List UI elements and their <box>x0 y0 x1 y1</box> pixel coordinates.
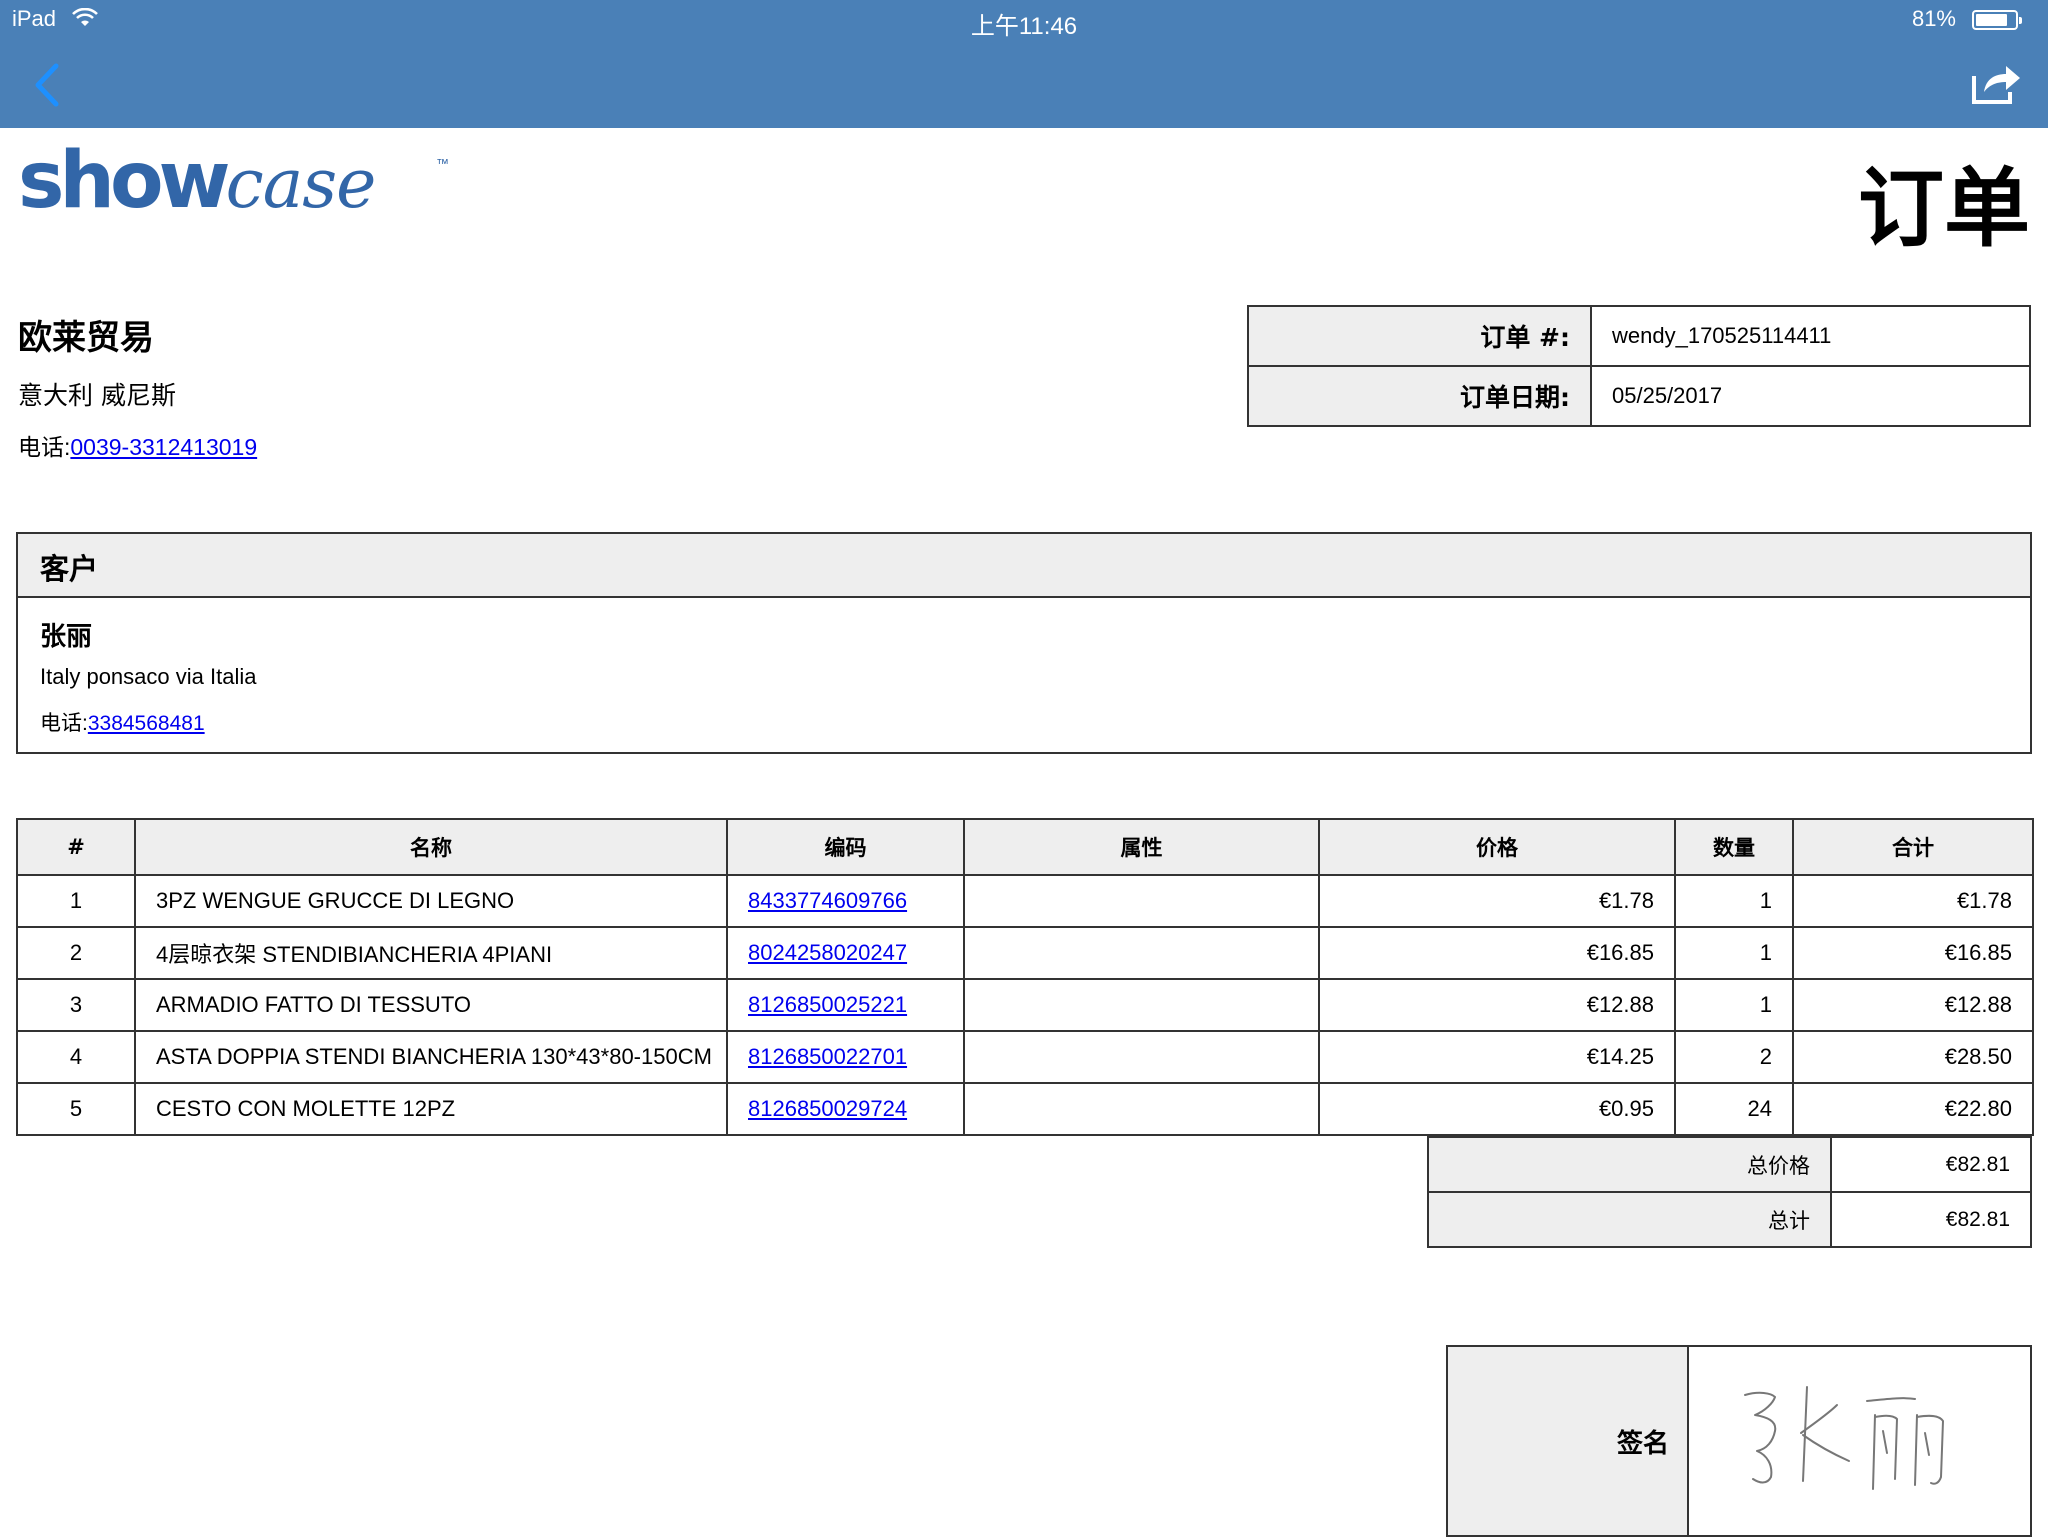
product-name: CESTO CON MOLETTE 12PZ <box>134 1082 728 1136</box>
column-header-number: # <box>16 818 136 876</box>
product-code-link[interactable]: 8433774609766 <box>748 888 907 913</box>
company-phone: 电话:0039-3312413019 <box>18 428 257 462</box>
back-button[interactable] <box>28 60 68 110</box>
battery-icon <box>1972 10 2022 30</box>
row-number: 3 <box>16 978 136 1032</box>
product-line-total: €16.85 <box>1792 926 2034 980</box>
signature-table: 签名 <box>1446 1345 2032 1537</box>
product-attributes <box>963 874 1320 928</box>
table-row: 2 4层晾衣架 STENDIBIANCHERIA 4PIANI 80242580… <box>16 926 2034 980</box>
column-header-code: 编码 <box>726 818 965 876</box>
order-number-label: 订单 #: <box>1247 305 1592 367</box>
product-price: €1.78 <box>1318 874 1676 928</box>
product-line-total: €28.50 <box>1792 1030 2034 1084</box>
customer-phone: 电话:3384568481 <box>40 707 205 737</box>
share-button[interactable] <box>1970 60 2022 106</box>
order-date-value: 05/25/2017 <box>1590 365 2031 427</box>
column-header-attributes: 属性 <box>963 818 1320 876</box>
product-code-cell: 8126850022701 <box>726 1030 965 1084</box>
table-row: 4 ASTA DOPPIA STENDI BIANCHERIA 130*43*8… <box>16 1030 2034 1084</box>
product-code-cell: 8433774609766 <box>726 874 965 928</box>
column-header-quantity: 数量 <box>1674 818 1794 876</box>
order-date-label: 订单日期: <box>1247 365 1592 427</box>
share-icon <box>1972 66 2020 104</box>
product-code-cell: 8126850029724 <box>726 1082 965 1136</box>
customer-header: 客户 <box>18 534 2030 598</box>
company-phone-link[interactable]: 0039-3312413019 <box>70 434 257 460</box>
product-code-link[interactable]: 8024258020247 <box>748 940 907 965</box>
grand-total-value: €82.81 <box>1830 1191 2032 1248</box>
product-code-cell: 8126850025221 <box>726 978 965 1032</box>
product-quantity: 1 <box>1674 926 1794 980</box>
product-name: ARMADIO FATTO DI TESSUTO <box>134 978 728 1032</box>
battery-percent: 81% <box>1911 6 1956 31</box>
order-number-row: 订单 #: wendy_170525114411 <box>1247 305 2031 367</box>
subtotal-label: 总价格 <box>1427 1136 1832 1193</box>
product-attributes <box>963 1030 1320 1084</box>
chevron-left-icon <box>35 63 59 107</box>
product-line-total: €22.80 <box>1792 1082 2034 1136</box>
product-quantity: 24 <box>1674 1082 1794 1136</box>
product-price: €12.88 <box>1318 978 1676 1032</box>
row-number: 5 <box>16 1082 136 1136</box>
column-header-price: 价格 <box>1318 818 1676 876</box>
product-name: 4层晾衣架 STENDIBIANCHERIA 4PIANI <box>134 926 728 980</box>
table-row: 3 ARMADIO FATTO DI TESSUTO 8126850025221… <box>16 978 2034 1032</box>
totals-table: 总价格 €82.81 总计 €82.81 <box>1427 1136 2032 1248</box>
document-title: 订单 <box>1858 159 2030 259</box>
column-header-name: 名称 <box>134 818 728 876</box>
customer-name: 张丽 <box>40 622 93 652</box>
table-row: 1 3PZ WENGUE GRUCCE DI LEGNO 84337746097… <box>16 874 2034 928</box>
row-number: 4 <box>16 1030 136 1084</box>
product-code-link[interactable]: 8126850022701 <box>748 1044 907 1069</box>
row-number: 1 <box>16 874 136 928</box>
items-header-row: # 名称 编码 属性 价格 数量 合计 <box>16 818 2034 876</box>
logo-script: case <box>225 145 377 224</box>
customer-header-label: 客户 <box>40 552 99 586</box>
logo-trademark: ™ <box>436 156 449 171</box>
product-code-cell: 8024258020247 <box>726 926 965 980</box>
product-price: €14.25 <box>1318 1030 1676 1084</box>
customer-phone-link[interactable]: 3384568481 <box>88 712 205 735</box>
subtotal-row: 总价格 €82.81 <box>1427 1136 2032 1193</box>
product-line-total: €12.88 <box>1792 978 2034 1032</box>
product-quantity: 1 <box>1674 978 1794 1032</box>
product-price: €16.85 <box>1318 926 1676 980</box>
company-phone-label: 电话: <box>18 434 71 460</box>
signature-cell <box>1687 1345 2032 1537</box>
status-time: 上午11:46 <box>970 13 1078 40</box>
order-number-value: wendy_170525114411 <box>1590 305 2031 367</box>
subtotal-value: €82.81 <box>1830 1136 2032 1193</box>
showcase-logo: showcase ™ <box>18 142 468 232</box>
customer-address: Italy ponsaco via Italia <box>40 664 257 689</box>
handwritten-signature <box>1744 1386 1944 1490</box>
product-name: ASTA DOPPIA STENDI BIANCHERIA 130*43*80-… <box>134 1030 728 1084</box>
table-row: 5 CESTO CON MOLETTE 12PZ 8126850029724 €… <box>16 1082 2034 1136</box>
company-name: 欧莱贸易 <box>18 318 154 358</box>
items-table: # 名称 编码 属性 价格 数量 合计 1 3PZ WENGUE GRUCCE … <box>16 818 2034 1136</box>
product-quantity: 1 <box>1674 874 1794 928</box>
logo-wordmark: show <box>18 136 231 226</box>
customer-phone-label: 电话: <box>40 712 88 735</box>
row-number: 2 <box>16 926 136 980</box>
product-price: €0.95 <box>1318 1082 1676 1136</box>
product-attributes <box>963 1082 1320 1136</box>
column-header-total: 合计 <box>1792 818 2034 876</box>
customer-section: 客户 张丽 Italy ponsaco via Italia 电话:338456… <box>16 532 2032 754</box>
order-info-table: 订单 #: wendy_170525114411 订单日期: 05/25/201… <box>1247 305 2031 427</box>
product-name: 3PZ WENGUE GRUCCE DI LEGNO <box>134 874 728 928</box>
product-quantity: 2 <box>1674 1030 1794 1084</box>
signature-label: 签名 <box>1446 1345 1689 1537</box>
product-code-link[interactable]: 8126850029724 <box>748 1096 907 1121</box>
order-date-row: 订单日期: 05/25/2017 <box>1247 365 2031 427</box>
product-attributes <box>963 978 1320 1032</box>
product-line-total: €1.78 <box>1792 874 2034 928</box>
signature-row: 签名 <box>1446 1345 2032 1537</box>
grand-total-row: 总计 €82.81 <box>1427 1191 2032 1248</box>
company-address: 意大利 威尼斯 <box>18 381 176 410</box>
product-attributes <box>963 926 1320 980</box>
grand-total-label: 总计 <box>1427 1191 1832 1248</box>
product-code-link[interactable]: 8126850025221 <box>748 992 907 1017</box>
top-bar: iPad 上午11:46 81% <box>0 0 2048 128</box>
